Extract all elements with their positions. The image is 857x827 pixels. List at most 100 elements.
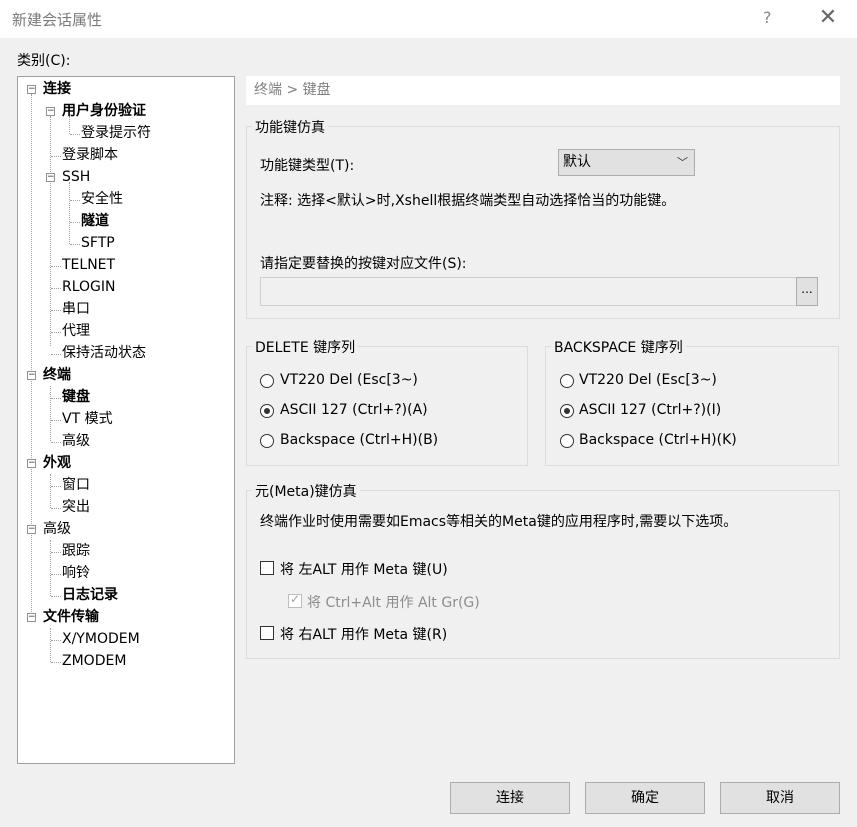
tree-line [50, 474, 51, 508]
connect-button[interactable]: 连接 [450, 782, 570, 814]
backspace-option-ascii127: ASCII 127 (Ctrl+?)(I) [579, 402, 722, 418]
delete-radio-backspace[interactable] [260, 434, 274, 448]
key-file-input[interactable] [260, 277, 797, 306]
tree-item-zmodem[interactable]: ZMODEM [62, 651, 126, 671]
tree-line [69, 182, 70, 244]
tree-line [51, 442, 61, 443]
right-alt-meta-label: 将 右ALT 用作 Meta 键(R) [280, 627, 448, 643]
collapse-icon[interactable]: − [27, 459, 36, 468]
help-button[interactable]: ? [763, 8, 772, 27]
tree-line [70, 222, 80, 223]
delete-seq-group-label: DELETE 键序列 [252, 337, 359, 357]
breadcrumb: 终端 > 键盘 [246, 76, 840, 105]
backspace-option-backspace: Backspace (Ctrl+H)(K) [579, 432, 737, 448]
tree-line [51, 332, 61, 333]
tree-item-terminal[interactable]: 终端 [43, 365, 71, 385]
tree-line [70, 244, 80, 245]
tree-line [51, 508, 61, 509]
function-keys-group-label: 功能键仿真 [252, 117, 328, 137]
collapse-icon[interactable]: − [27, 85, 36, 94]
tree-line [51, 310, 61, 311]
tree-line [50, 386, 51, 441]
category-tree[interactable]: − 连接 − 用户身份验证 登录提示符 登录脚本 − SSH 安全性 隧道 SF… [17, 76, 235, 764]
function-key-type-value: 默认 [563, 154, 591, 170]
tree-line [51, 596, 61, 597]
tree-item-tracking[interactable]: 跟踪 [62, 541, 90, 561]
function-key-note: 注释: 选择<默认>时,Xshell根据终端类型自动选择恰当的功能键。 [260, 193, 676, 209]
tree-item-security[interactable]: 安全性 [81, 189, 123, 209]
close-icon[interactable]: ✕ [816, 4, 840, 32]
tree-item-sftp[interactable]: SFTP [81, 233, 115, 253]
tree-line [51, 486, 61, 487]
tree-item-keepalive[interactable]: 保持活动状态 [62, 343, 146, 363]
tree-item-window[interactable]: 窗口 [62, 475, 90, 495]
tree-item-serial[interactable]: 串口 [62, 299, 90, 319]
tree-line [51, 552, 61, 553]
tree-line [70, 200, 80, 201]
meta-group-label: 元(Meta)键仿真 [252, 481, 360, 501]
tree-line [51, 420, 61, 421]
collapse-icon[interactable]: − [27, 525, 36, 534]
delete-option-ascii127: ASCII 127 (Ctrl+?)(A) [280, 402, 428, 418]
delete-option-backspace: Backspace (Ctrl+H)(B) [280, 432, 439, 448]
backspace-radio-backspace[interactable] [560, 434, 574, 448]
delete-radio-ascii127[interactable] [260, 404, 274, 418]
tree-item-login-prompts[interactable]: 登录提示符 [81, 123, 151, 143]
meta-description: 终端作业时使用需要如Emacs等相关的Meta键的应用程序时,需要以下选项。 [260, 514, 738, 530]
delete-option-vt220: VT220 Del (Esc[3~) [280, 372, 418, 388]
collapse-icon[interactable]: − [46, 173, 55, 182]
key-file-label: 请指定要替换的按键对应文件(S): [260, 256, 467, 272]
ok-button[interactable]: 确定 [585, 782, 705, 814]
tree-item-proxy[interactable]: 代理 [62, 321, 90, 341]
tree-item-logging[interactable]: 日志记录 [62, 585, 118, 605]
tree-line [50, 116, 51, 346]
window-title: 新建会话属性 [12, 11, 103, 29]
left-alt-meta-checkbox[interactable] [260, 561, 274, 575]
cancel-button[interactable]: 取消 [720, 782, 840, 814]
tree-item-file-transfer[interactable]: 文件传输 [43, 607, 99, 627]
tree-item-xymodem[interactable]: X/YMODEM [62, 629, 140, 649]
collapse-icon[interactable]: − [27, 613, 36, 622]
tree-line [50, 628, 51, 662]
backspace-option-vt220: VT220 Del (Esc[3~) [579, 372, 717, 388]
tree-item-connection[interactable]: 连接 [43, 79, 71, 99]
tree-line [70, 134, 80, 135]
tree-line [51, 354, 61, 355]
tree-item-terminal-advanced[interactable]: 高级 [62, 431, 90, 451]
collapse-icon[interactable]: − [46, 107, 55, 116]
left-alt-meta-label: 将 左ALT 用作 Meta 键(U) [280, 562, 448, 578]
tree-item-ssh[interactable]: SSH [62, 167, 90, 187]
right-alt-meta-checkbox[interactable] [260, 626, 274, 640]
title-bar: 新建会话属性 ? ✕ [0, 0, 857, 38]
tree-line [51, 398, 61, 399]
collapse-icon[interactable]: − [27, 371, 36, 380]
function-key-type-label: 功能键类型(T): [260, 158, 355, 174]
function-key-type-select[interactable]: 默认 ﹀ [558, 149, 695, 176]
backspace-radio-ascii127[interactable] [560, 404, 574, 418]
tree-item-appearance[interactable]: 外观 [43, 453, 71, 473]
tree-item-highlight[interactable]: 突出 [62, 497, 90, 517]
altgr-checkbox[interactable] [288, 592, 302, 608]
tree-item-vt-mode[interactable]: VT 模式 [62, 409, 113, 429]
browse-button[interactable]: ... [796, 277, 818, 306]
tree-line [51, 662, 61, 663]
tree-line [31, 94, 32, 618]
tree-item-rlogin[interactable]: RLOGIN [62, 277, 116, 297]
tree-item-bell[interactable]: 响铃 [62, 563, 90, 583]
tree-item-keyboard[interactable]: 键盘 [62, 387, 90, 407]
tree-item-telnet[interactable]: TELNET [62, 255, 115, 275]
tree-line [51, 288, 61, 289]
category-label: 类别(C): [17, 53, 71, 69]
backspace-radio-vt220[interactable] [560, 374, 574, 388]
tree-line [51, 156, 61, 157]
tree-line [51, 574, 61, 575]
tree-item-auth[interactable]: 用户身份验证 [62, 101, 146, 121]
tree-item-login-scripts[interactable]: 登录脚本 [62, 145, 118, 165]
tree-item-tunnel[interactable]: 隧道 [81, 211, 109, 231]
tree-item-advanced[interactable]: 高级 [43, 519, 71, 539]
tree-line [51, 640, 61, 641]
delete-radio-vt220[interactable] [260, 374, 274, 388]
altgr-label: 将 Ctrl+Alt 用作 Alt Gr(G) [307, 595, 480, 611]
backspace-seq-group-label: BACKSPACE 键序列 [551, 337, 686, 357]
tree-line [50, 540, 51, 596]
